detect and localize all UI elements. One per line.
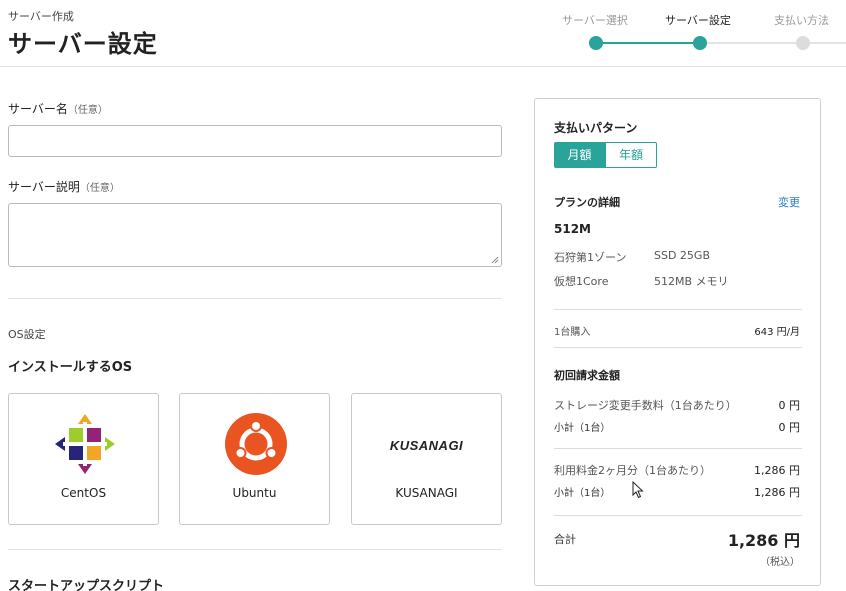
- total-value: 1,286 円: [727, 531, 800, 550]
- subtotal-storage-value: 0 円: [778, 421, 801, 434]
- change-plan-link[interactable]: 変更: [778, 194, 800, 210]
- storage-fee-label: ストレージ変更手数料（1台あたり）: [554, 399, 737, 412]
- step-dot-payment: [796, 36, 810, 50]
- os-card-kusanagi[interactable]: KUSANAGI KUSANAGI: [351, 393, 502, 525]
- step-dot-server-select: [589, 36, 603, 50]
- os-heading: インストールするOS: [8, 360, 133, 375]
- step-dot-server-settings: [693, 36, 707, 50]
- subtotal-storage-label: 小計（1台）: [554, 423, 611, 434]
- summary-divider: [554, 515, 802, 516]
- breadcrumb: サーバー作成: [8, 10, 74, 23]
- startup-script-heading: スタートアップスクリプト: [8, 579, 165, 591]
- purchase-price: 643 円/月: [754, 327, 800, 338]
- server-description-label: サーバー説明（任意）: [8, 180, 120, 194]
- step-label-server-settings: サーバー設定: [665, 14, 731, 27]
- summary-divider: [554, 347, 802, 348]
- os-label-kusanagi: KUSANAGI: [395, 486, 458, 500]
- section-divider: [8, 549, 502, 550]
- step-label-server-select: サーバー選択: [562, 14, 628, 27]
- server-description-textarea[interactable]: [8, 203, 502, 267]
- payment-pattern-label: 支払いパターン: [554, 121, 638, 135]
- resize-handle-icon: [491, 256, 499, 264]
- yearly-toggle-button[interactable]: 年額: [605, 142, 657, 168]
- tax-note: （税込）: [760, 557, 800, 568]
- usage-fee-label: 利用料金2ヶ月分（1台あたり）: [554, 464, 711, 477]
- ubuntu-logo-icon: [225, 413, 287, 475]
- summary-divider: [554, 309, 802, 310]
- initial-billing-label: 初回請求金額: [554, 369, 620, 382]
- os-label-centos: CentOS: [60, 486, 107, 500]
- plan-name: 512M: [554, 222, 591, 236]
- os-card-centos[interactable]: CentOS: [8, 393, 159, 525]
- mouse-cursor-icon: [632, 481, 644, 499]
- spec-storage: SSD 25GB: [654, 249, 710, 262]
- page-title: サーバー設定: [8, 30, 158, 58]
- subtotal-usage-label: 小計（1台）: [554, 488, 611, 499]
- os-card-ubuntu[interactable]: Ubuntu: [179, 393, 330, 525]
- section-divider: [8, 298, 502, 299]
- step-line-complete: [596, 42, 700, 44]
- server-name-label: サーバー名（任意）: [8, 102, 108, 116]
- plan-details-label: プランの詳細: [554, 196, 620, 209]
- centos-logo-icon: [55, 414, 115, 474]
- summary-divider: [554, 448, 802, 449]
- step-line-pending: [700, 42, 846, 44]
- progress-steps: サーバー選択 サーバー設定 支払い方法: [560, 0, 846, 67]
- spec-cpu: 仮想1Core: [554, 275, 609, 288]
- storage-fee-value: 0 円: [778, 399, 801, 412]
- monthly-toggle-button[interactable]: 月額: [554, 142, 605, 168]
- os-label-ubuntu: Ubuntu: [232, 486, 277, 500]
- subtotal-usage-value: 1,286 円: [754, 486, 800, 499]
- spec-zone: 石狩第1ゾーン: [554, 251, 627, 264]
- usage-fee-value: 1,286 円: [754, 464, 800, 477]
- page-header: サーバー作成 サーバー設定 サーバー選択 サーバー設定 支払い方法: [0, 0, 846, 67]
- total-label: 合計: [554, 533, 576, 546]
- order-summary-panel: 支払いパターン 月額 年額 プランの詳細 変更 512M 石狩第1ゾーン SSD…: [534, 98, 821, 586]
- purchase-count-label: 1台購入: [554, 327, 591, 338]
- server-name-input[interactable]: [8, 125, 502, 157]
- step-label-payment: 支払い方法: [774, 14, 829, 27]
- spec-memory: 512MB メモリ: [654, 275, 729, 288]
- os-section-label: OS設定: [8, 328, 46, 341]
- kusanagi-logo-icon: KUSANAGI: [389, 438, 464, 453]
